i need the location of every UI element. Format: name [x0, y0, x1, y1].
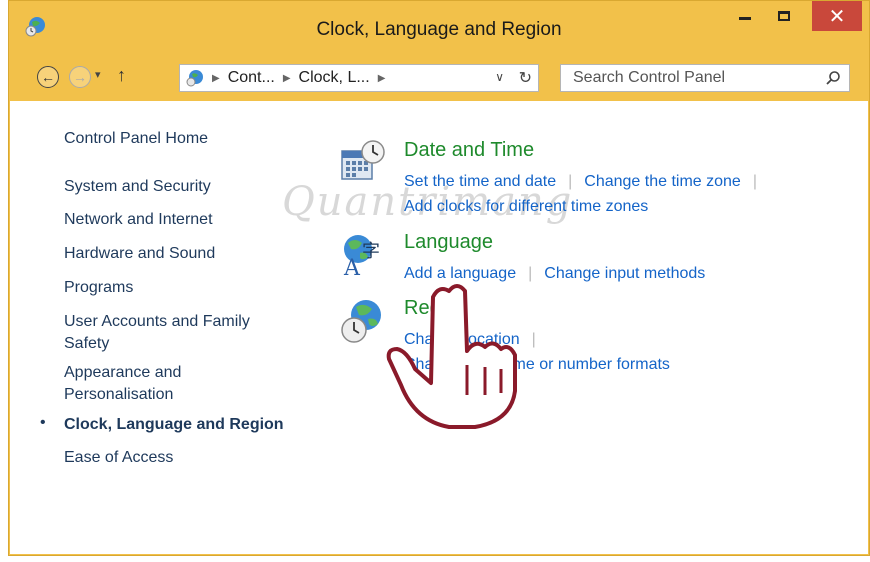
language-heading[interactable]: Language — [404, 231, 493, 254]
sidebar-item-network-and-internet[interactable]: Network and Internet — [64, 209, 304, 231]
refresh-icon: ↻ — [518, 70, 532, 87]
link-separator: | — [752, 173, 757, 190]
minimize-button[interactable] — [731, 1, 759, 31]
add-clocks-link[interactable]: Add clocks for different time zones — [404, 198, 648, 215]
forward-arrow-icon: → — [73, 69, 87, 85]
calendar-clock-icon — [341, 140, 385, 180]
sidebar-item-system-and-security[interactable]: System and Security — [64, 176, 304, 198]
control-panel-window: Clock, Language and Region ✕ ← → ▾ ↑ ▶ C… — [8, 0, 870, 556]
date-and-time-links: Set the time and date | Change the time zo… — [404, 169, 769, 219]
address-bar[interactable]: ▶ Cont... ▶ Clock, L... ▶ ∨ ↻ — [179, 64, 539, 92]
breadcrumb-separator-icon: ▶ — [212, 72, 220, 84]
maximize-icon — [778, 11, 790, 21]
pointing-hand-icon — [386, 284, 517, 429]
sidebar-item-programs[interactable]: Programs — [64, 277, 304, 299]
breadcrumb-separator-icon: ▶ — [282, 72, 291, 84]
chevron-down-icon: ▾ — [95, 69, 101, 81]
change-input-methods-link[interactable]: Change input methods — [544, 265, 705, 282]
date-and-time-heading[interactable]: Date and Time — [404, 139, 534, 162]
search-icon[interactable] — [825, 70, 841, 86]
svg-text:字: 字 — [362, 241, 380, 262]
sidebar-item-ease-of-access[interactable]: Ease of Access — [64, 447, 304, 469]
back-arrow-icon: ← — [41, 69, 55, 85]
search-input[interactable] — [571, 68, 815, 88]
title-bar[interactable]: Clock, Language and Region ✕ — [9, 1, 869, 55]
recent-locations-button[interactable]: ▾ — [95, 68, 101, 81]
breadcrumb-separator-icon[interactable]: ▶ — [378, 73, 386, 84]
control-panel-globe-icon — [186, 70, 203, 87]
address-dropdown-button[interactable]: ∨ — [495, 70, 504, 84]
breadcrumb-clock-language-region[interactable]: Clock, L... — [299, 69, 370, 87]
minimize-icon — [739, 16, 751, 20]
svg-text:A: A — [343, 256, 361, 279]
sidebar-item-appearance[interactable]: Appearance and Personalisation — [64, 362, 214, 406]
link-separator: | — [568, 173, 573, 190]
navigation-bar: ← → ▾ ↑ ▶ Cont... ▶ Clock, L... ▶ ∨ ↻ — [9, 55, 869, 101]
search-box[interactable] — [560, 64, 850, 92]
chevron-down-icon: ∨ — [495, 70, 504, 84]
maximize-button[interactable] — [769, 1, 799, 31]
sidebar-item-control-panel-home[interactable]: Control Panel Home — [64, 128, 304, 150]
sidebar-item-hardware-and-sound[interactable]: Hardware and Sound — [64, 243, 304, 265]
change-time-zone-link[interactable]: Change the time zone — [584, 173, 741, 190]
sidebar: Control Panel Home System and Security N… — [10, 101, 330, 554]
up-arrow-icon: ↑ — [117, 65, 126, 85]
language-globe-icon: A 字 — [343, 235, 380, 279]
forward-button[interactable]: → — [69, 66, 91, 88]
close-icon: ✕ — [828, 5, 846, 28]
sidebar-item-user-accounts[interactable]: User Accounts and Family Safety — [64, 311, 284, 355]
back-button[interactable]: ← — [37, 66, 59, 88]
current-page-bullet: • — [40, 414, 46, 431]
up-button[interactable]: ↑ — [117, 65, 126, 86]
breadcrumb-control-panel[interactable]: Cont... — [228, 69, 275, 87]
refresh-button[interactable]: ↻ — [519, 68, 532, 88]
sidebar-item-clock-language-region: Clock, Language and Region — [64, 416, 284, 433]
close-button[interactable]: ✕ — [812, 1, 862, 31]
link-separator: | — [531, 331, 536, 348]
set-time-and-date-link[interactable]: Set the time and date — [404, 173, 556, 190]
